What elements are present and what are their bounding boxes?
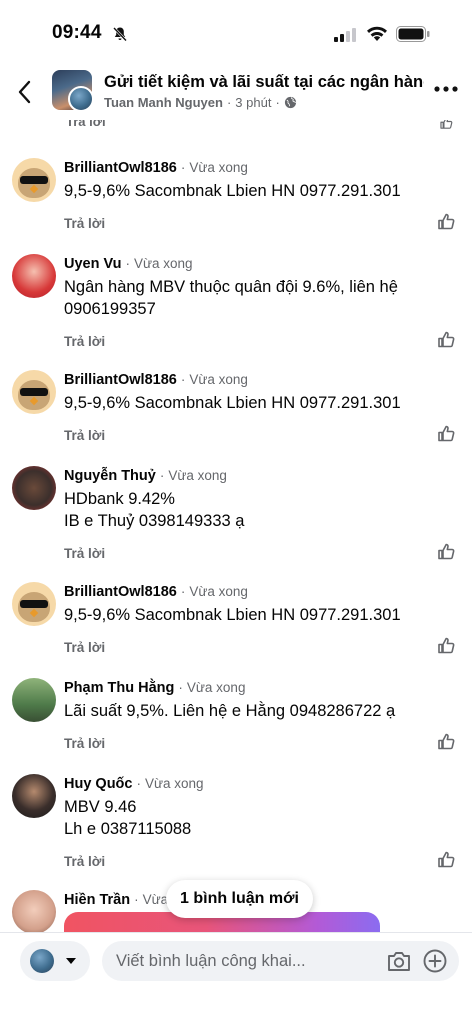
status-time: 09:44 <box>52 22 102 43</box>
comment-text: 9,5-9,6% Sacombnak Lbien HN 0977.291.301 <box>64 394 401 412</box>
new-comments-button[interactable]: 1 bình luận mới <box>166 880 313 918</box>
comment-text: Ngân hàng MBV thuộc quân đội 9.6%, liên … <box>64 278 398 318</box>
avatar[interactable] <box>12 158 56 202</box>
post-author[interactable]: Tuan Manh Nguyen <box>104 95 223 110</box>
bell-slash-icon <box>113 27 127 42</box>
commenter-name[interactable]: Uyen Vu <box>64 256 121 272</box>
avatar[interactable] <box>12 466 56 510</box>
reply-button[interactable]: Trả lời <box>64 216 105 231</box>
reply-button[interactable]: Trả lời <box>64 736 105 751</box>
meta-separator: · <box>226 95 232 110</box>
thumbs-up-icon[interactable] <box>437 542 456 561</box>
camera-icon[interactable] <box>386 949 412 973</box>
author-avatar[interactable] <box>68 86 94 112</box>
commenter-name[interactable]: Nguyễn Thuỷ <box>64 468 156 484</box>
comment-separator: · <box>136 776 141 791</box>
reply-button[interactable]: Trả lời <box>64 428 105 443</box>
comment-time: Vừa xong <box>189 160 248 175</box>
commenter-name[interactable]: Huy Quốc <box>64 776 132 792</box>
post-meta: Tuan Manh Nguyen · 3 phút · <box>104 95 297 110</box>
reply-button[interactable]: Trả lời <box>64 640 105 655</box>
avatar[interactable] <box>12 582 56 626</box>
reply-button[interactable]: Trả lời <box>64 334 105 349</box>
meta-separator: · <box>275 95 280 110</box>
comment-text-line: HDbank 9.42% <box>64 490 175 508</box>
thumbs-up-icon[interactable] <box>437 636 456 655</box>
wifi-icon <box>367 26 387 41</box>
globe-icon <box>284 96 296 109</box>
post-title[interactable]: Gửi tiết kiệm và lãi suất tại các ngân h… <box>104 73 424 92</box>
commenter-name[interactable]: BrilliantOwl8186 <box>64 372 177 388</box>
reply-button[interactable]: Trả lời <box>64 546 105 561</box>
chevron-left-icon[interactable] <box>14 78 36 106</box>
comment-text: MBV 9.46 Lh e 0387115088 <box>64 796 424 840</box>
thumbs-up-icon[interactable] <box>437 212 456 231</box>
comment-time: Vừa xong <box>144 776 204 791</box>
reply-button[interactable]: Trả lời <box>66 120 106 129</box>
thumbs-up-icon[interactable] <box>437 330 456 349</box>
thumbs-up-icon[interactable] <box>437 120 456 130</box>
comment-separator: · <box>180 160 186 175</box>
comment-time: Vừa xong <box>186 680 246 695</box>
comment-text-line: Lh e 0387115088 <box>64 820 192 838</box>
avatar[interactable] <box>12 370 56 414</box>
comment-text: Lãi suất 9,5%. Liên hệ e Hằng 0948286722… <box>64 702 396 720</box>
comment-separator: · <box>178 680 183 695</box>
comment-separator: · <box>159 468 165 483</box>
comment-time: Vừa xong <box>168 468 227 483</box>
comment-time: Vừa xong <box>189 372 248 387</box>
status-bar: 09:44 <box>0 0 472 64</box>
commenter-name[interactable]: Hiền Trần <box>64 892 130 908</box>
thumbs-up-icon[interactable] <box>437 732 456 751</box>
avatar[interactable] <box>12 254 56 298</box>
avatar <box>30 949 54 973</box>
post-time: 3 phút <box>235 95 272 110</box>
comment-text-line: MBV 9.46 <box>64 798 137 816</box>
comment-text: 9,5-9,6% Sacombnak Lbien HN 0977.291.301 <box>64 606 401 624</box>
avatar[interactable] <box>12 678 56 722</box>
comment-text: HDbank 9.42% IB e Thuỷ 0398149333 ạ <box>64 488 424 532</box>
identity-switcher[interactable] <box>20 941 90 981</box>
comment-time: Vừa <box>142 892 169 907</box>
commenter-name[interactable]: Phạm Thu Hằng <box>64 680 174 696</box>
comment-time: Vừa xong <box>189 584 248 599</box>
comment-composer <box>0 932 472 1024</box>
caret-down-icon <box>66 958 76 964</box>
avatar[interactable] <box>12 774 56 818</box>
comment-separator: · <box>134 892 139 907</box>
comment-separator: · <box>125 256 130 271</box>
avatar[interactable] <box>12 890 56 932</box>
comment-text-line: IB e Thuỷ 0398149333 ạ <box>64 512 245 530</box>
thumbs-up-icon[interactable] <box>437 424 456 443</box>
commenter-name[interactable]: BrilliantOwl8186 <box>64 584 177 600</box>
comment-time: Vừa xong <box>133 256 193 271</box>
more-horizontal-icon[interactable] <box>434 85 458 93</box>
cellular-signal-icon <box>334 28 356 42</box>
thumbs-up-icon[interactable] <box>437 850 456 869</box>
comment-separator: · <box>180 372 186 387</box>
comment-text: 9,5-9,6% Sacombnak Lbien HN 0977.291.301 <box>64 182 401 200</box>
battery-icon <box>396 26 430 42</box>
plus-circle-icon[interactable] <box>423 949 447 973</box>
comments-list[interactable]: Trả lời BrilliantOwl8186 · Vừa xong 9,5-… <box>0 120 472 932</box>
commenter-name[interactable]: BrilliantOwl8186 <box>64 160 177 176</box>
reply-button[interactable]: Trả lời <box>64 854 105 869</box>
post-header: Gửi tiết kiệm và lãi suất tại các ngân h… <box>0 64 472 120</box>
comment-separator: · <box>180 584 186 599</box>
